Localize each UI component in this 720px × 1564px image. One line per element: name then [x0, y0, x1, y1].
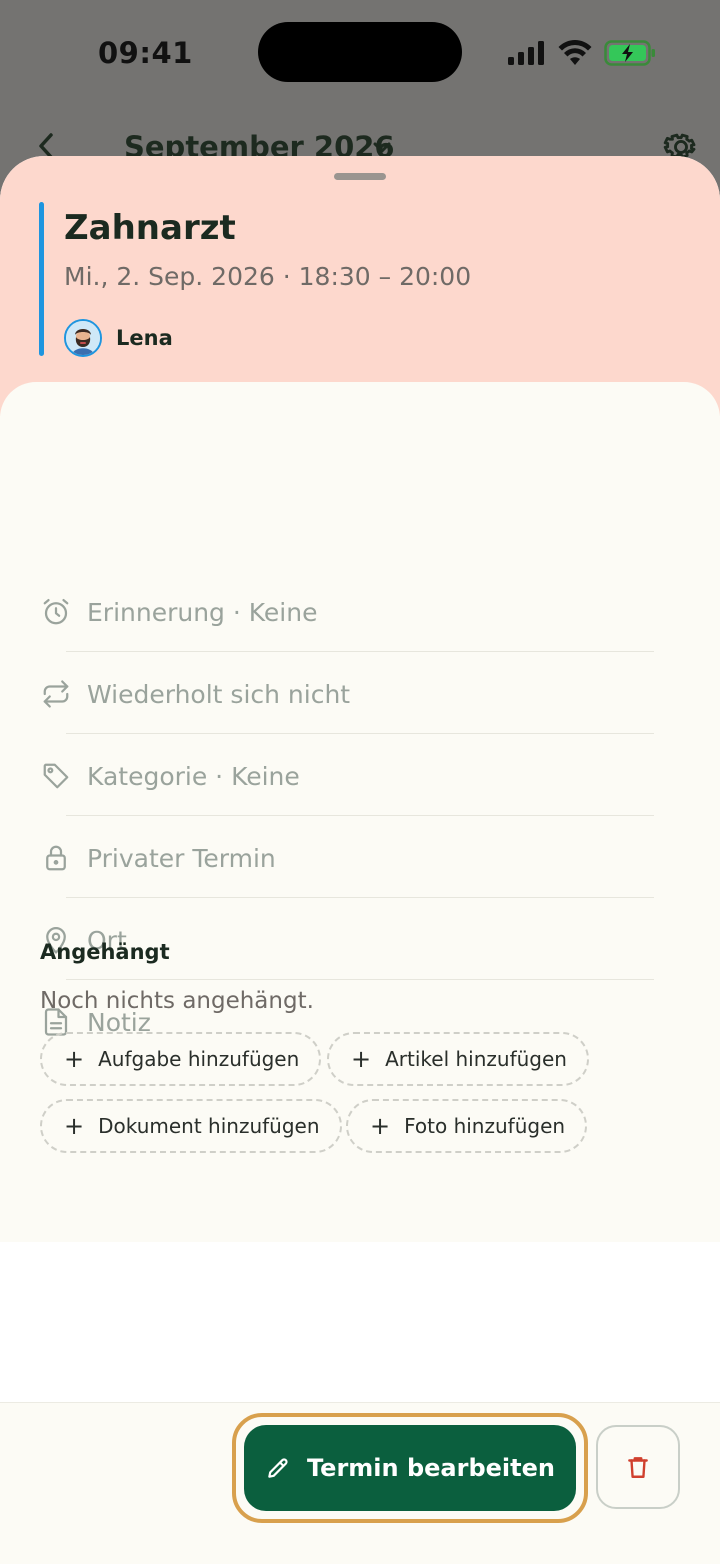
status-bar: 09:41: [0, 0, 720, 110]
reminder-label: Erinnerung · Keine: [87, 597, 318, 627]
event-details: Erinnerung · Keine Wiederholt sich nicht…: [0, 382, 720, 1242]
attached-title: Angehängt: [40, 940, 170, 964]
category-row[interactable]: Kategorie · Keine: [40, 735, 654, 817]
edit-event-label: Termin bearbeiten: [307, 1454, 555, 1482]
delete-event-button[interactable]: [596, 1425, 680, 1509]
add-task-button[interactable]: + Aufgabe hinzufügen: [40, 1032, 322, 1086]
alarm-clock-icon: [40, 596, 72, 628]
add-document-label: Dokument hinzufügen: [98, 1114, 320, 1138]
plus-icon: +: [64, 1112, 85, 1140]
avatar: [64, 319, 102, 357]
status-icons: [508, 38, 656, 68]
event-person: Lena: [64, 318, 173, 358]
divider: [66, 979, 654, 980]
add-item-label: Artikel hinzufügen: [385, 1047, 567, 1071]
divider: [66, 733, 654, 734]
focus-ring: Termin bearbeiten: [232, 1413, 588, 1523]
status-time: 09:41: [98, 36, 193, 70]
battery-charging-icon: [604, 40, 655, 66]
private-row[interactable]: Privater Termin: [40, 817, 654, 899]
add-item-button[interactable]: + Artikel hinzufügen: [327, 1032, 589, 1086]
event-detail-sheet: Zahnarzt Mi., 2. Sep. 2026 · 18:30 – 20:…: [0, 156, 720, 1564]
dynamic-island: [258, 22, 462, 82]
private-label: Privater Termin: [87, 843, 276, 873]
plus-icon: +: [64, 1045, 85, 1073]
action-bar: Termin bearbeiten: [0, 1402, 720, 1564]
reminder-row[interactable]: Erinnerung · Keine: [40, 571, 654, 653]
plus-icon: +: [370, 1112, 391, 1140]
add-photo-label: Foto hinzufügen: [404, 1114, 566, 1138]
divider: [66, 651, 654, 652]
divider: [66, 815, 654, 816]
divider: [66, 897, 654, 898]
wifi-icon: [558, 40, 592, 65]
pencil-icon: [268, 1458, 288, 1478]
edit-event-button[interactable]: Termin bearbeiten: [244, 1425, 576, 1511]
cellular-signal-icon: [508, 41, 544, 65]
tag-icon: [40, 760, 72, 792]
event-datetime: Mi., 2. Sep. 2026 · 18:30 – 20:00: [64, 262, 472, 291]
add-task-label: Aufgabe hinzufügen: [98, 1047, 300, 1071]
person-name: Lena: [116, 326, 173, 350]
add-document-button[interactable]: + Dokument hinzufügen: [40, 1099, 342, 1153]
plus-icon: +: [351, 1045, 372, 1073]
repeat-icon: [40, 678, 72, 710]
event-title: Zahnarzt: [64, 208, 236, 248]
add-photo-button[interactable]: + Foto hinzufügen: [346, 1099, 588, 1153]
trash-icon: [628, 1457, 648, 1478]
event-header: Zahnarzt Mi., 2. Sep. 2026 · 18:30 – 20:…: [0, 156, 720, 416]
lock-icon: [40, 842, 72, 874]
attached-empty-text: Noch nichts angehängt.: [40, 988, 314, 1014]
event-accent-bar: [39, 202, 44, 356]
repeat-row[interactable]: Wiederholt sich nicht: [40, 653, 654, 735]
repeat-label: Wiederholt sich nicht: [87, 679, 351, 709]
category-label: Kategorie · Keine: [87, 761, 300, 791]
sheet-grabber[interactable]: [334, 173, 386, 180]
